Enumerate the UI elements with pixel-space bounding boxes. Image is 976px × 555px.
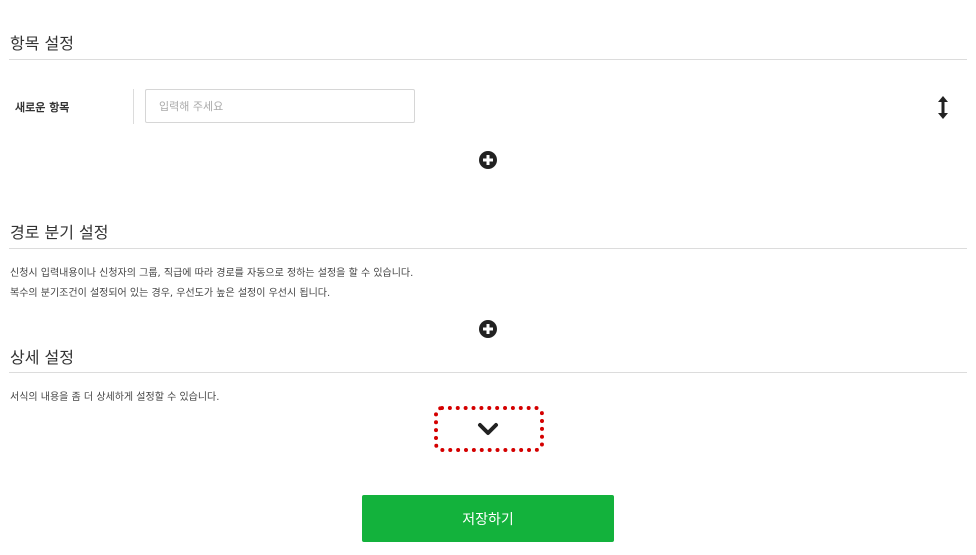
routing-description-line1: 신청시 입력내용이나 신청자의 그룹, 직급에 따라 경로를 자동으로 정하는 … <box>10 268 414 279</box>
chevron-down-icon[interactable] <box>476 420 500 438</box>
details-description: 서식의 내용을 좀 더 상세하게 설정할 수 있습니다. <box>10 392 220 403</box>
save-button[interactable]: 저장하기 <box>362 495 614 542</box>
item-row-label: 새로운 항목 <box>15 101 70 114</box>
form-settings-page: 항목 설정 새로운 항목 경로 분기 설정 신청시 입력내용이나 신청자의 그룹… <box>0 0 976 555</box>
routing-section-divider <box>9 248 967 249</box>
items-section-divider <box>9 59 967 60</box>
item-name-input[interactable] <box>145 89 415 123</box>
add-item-button[interactable] <box>478 150 498 170</box>
items-section-title: 항목 설정 <box>10 34 74 53</box>
routing-section-title: 경로 분기 설정 <box>10 223 109 242</box>
details-section-divider <box>9 372 967 373</box>
up-down-arrow-icon[interactable] <box>935 95 951 120</box>
add-routing-button[interactable] <box>478 319 498 339</box>
item-row-divider <box>133 89 134 124</box>
details-section-title: 상세 설정 <box>10 348 74 367</box>
routing-description-line2: 복수의 분기조건이 설정되어 있는 경우, 우선도가 높은 설정이 우선시 됩니… <box>10 288 331 299</box>
